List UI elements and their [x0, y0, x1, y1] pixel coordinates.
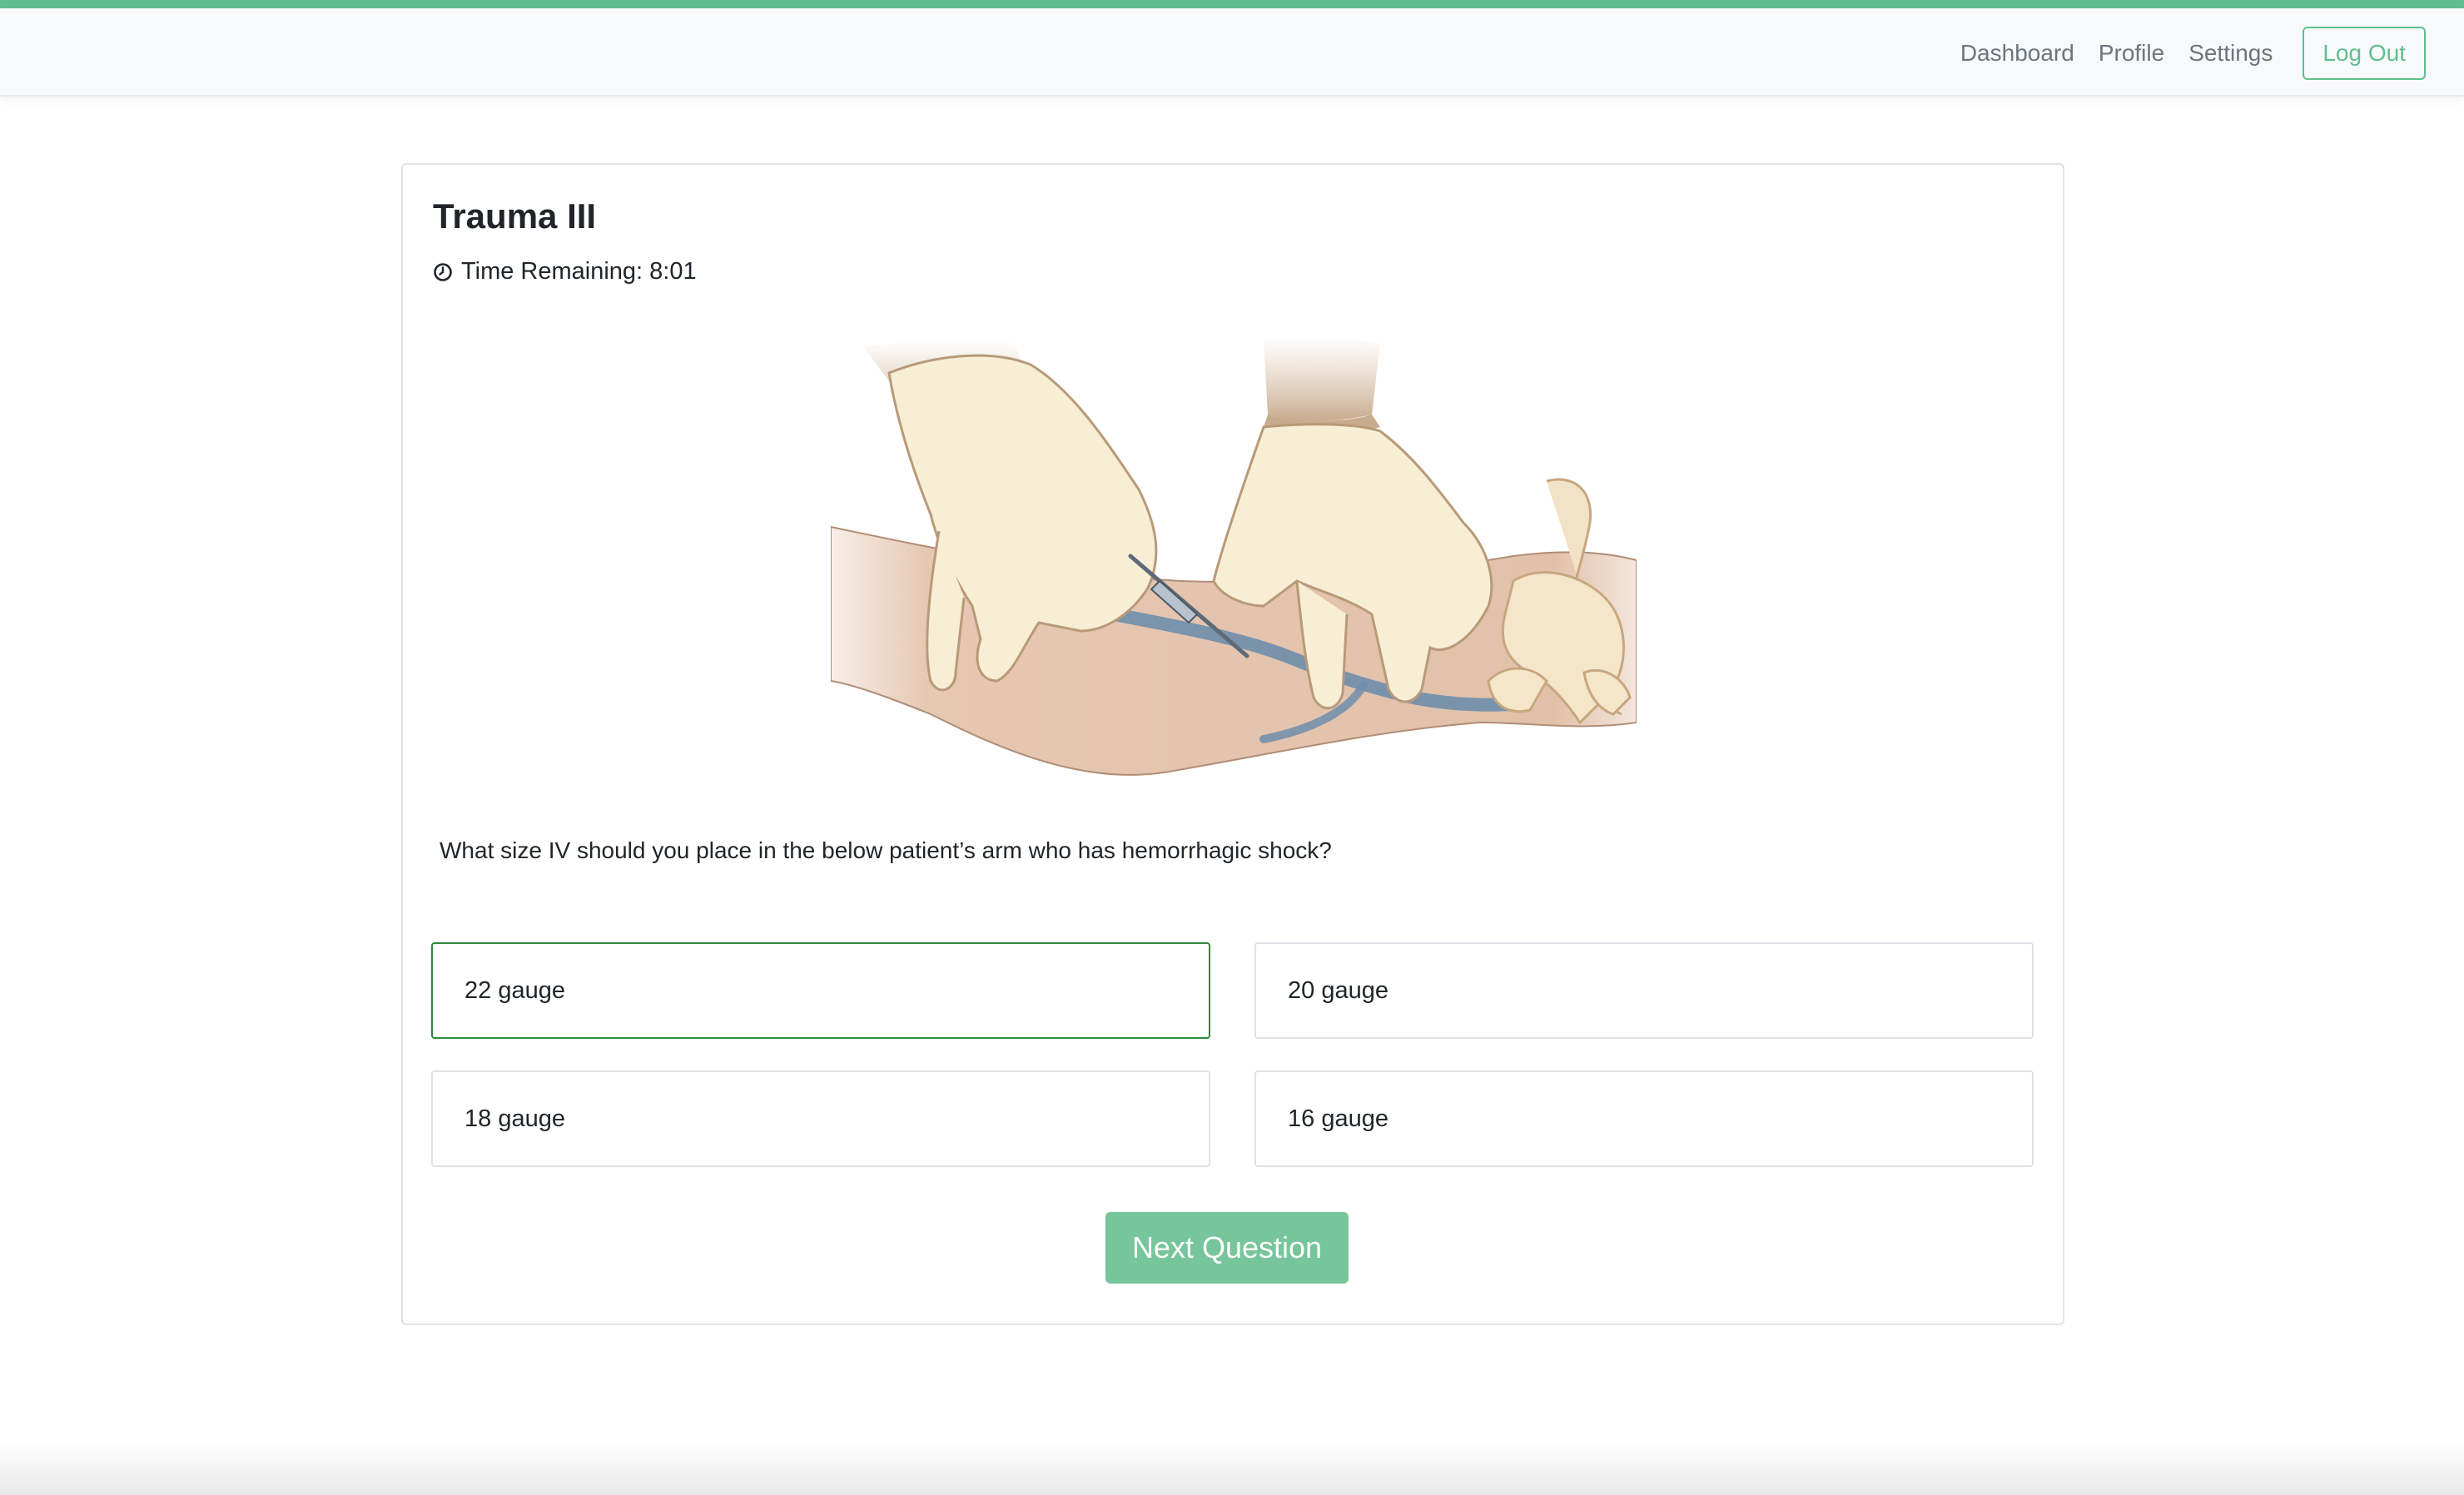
nav-link-settings[interactable]: Settings — [2188, 40, 2273, 67]
top-accent-bar — [0, 0, 2464, 8]
time-remaining-label: Time Remaining: 8:01 — [461, 258, 697, 285]
clock-icon — [434, 262, 452, 281]
question-text: What size IV should you place in the bel… — [440, 837, 1332, 863]
answer-option-label: 22 gauge — [464, 976, 565, 1004]
answer-option-20-gauge[interactable]: 20 gauge — [1254, 942, 2034, 1039]
answer-option-label: 18 gauge — [464, 1105, 565, 1132]
answer-option-label: 20 gauge — [1288, 976, 1388, 1004]
iv-insertion-illustration — [831, 336, 1637, 776]
quiz-title: Trauma III — [433, 196, 597, 236]
bottom-shade — [0, 1442, 2464, 1495]
top-navbar: Dashboard Profile Settings Log Out — [0, 8, 2464, 97]
answer-option-18-gauge[interactable]: 18 gauge — [431, 1070, 1210, 1167]
answer-option-22-gauge[interactable]: 22 gauge — [431, 942, 1210, 1039]
logout-button[interactable]: Log Out — [2303, 27, 2426, 80]
nav-links: Dashboard Profile Settings Log Out — [1960, 27, 2426, 80]
next-question-button[interactable]: Next Question — [1105, 1212, 1349, 1284]
quiz-card: Trauma III Time Remaining: 8:01 What siz… — [401, 163, 2064, 1325]
answer-option-label: 16 gauge — [1288, 1105, 1388, 1132]
time-remaining: Time Remaining: 8:01 — [433, 258, 697, 286]
nav-link-profile[interactable]: Profile — [2099, 40, 2164, 67]
nav-link-dashboard[interactable]: Dashboard — [1960, 40, 2074, 67]
answer-option-16-gauge[interactable]: 16 gauge — [1254, 1070, 2034, 1167]
